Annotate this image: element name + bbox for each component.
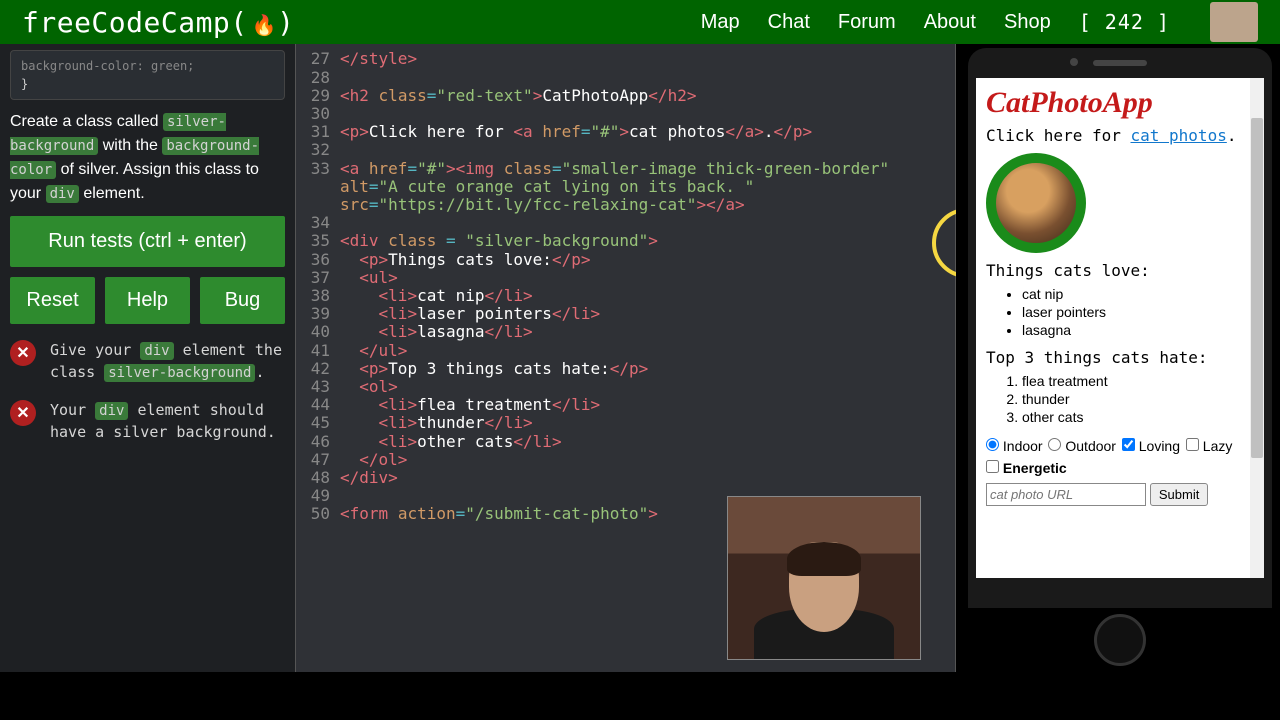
hate-heading: Top 3 things cats hate: [986, 348, 1254, 367]
chip-div: div [46, 185, 79, 203]
preview-title: CatPhotoApp [986, 86, 1254, 120]
nav-points[interactable]: [ 242 ] [1079, 10, 1170, 34]
phone-camera [1070, 58, 1078, 66]
brand-logo[interactable]: freeCodeCamp(🔥) [22, 6, 294, 39]
brand-text-close: ) [277, 6, 294, 39]
test-text: Give your div element the class silver-b… [50, 340, 285, 384]
list-item: cat nip [1022, 286, 1254, 302]
example-code-box: background-color: green; } [10, 50, 285, 100]
challenge-instructions: Create a class called silver-background … [10, 110, 285, 206]
home-button-icon [1094, 614, 1146, 666]
submit-row: Submit [986, 483, 1254, 506]
url-input[interactable] [986, 483, 1146, 506]
preview-panel: CatPhotoApp Click here for cat photos. T… [956, 44, 1280, 672]
fail-icon: ✕ [10, 400, 36, 426]
list-item: flea treatment [1022, 373, 1254, 389]
nav-shop[interactable]: Shop [1004, 11, 1051, 34]
reset-button[interactable]: Reset [10, 277, 95, 324]
list-item: thunder [1022, 391, 1254, 407]
cat-photos-link[interactable]: cat photos [1131, 126, 1227, 145]
example-line-1: background-color: green; [21, 57, 274, 75]
phone-bottom [968, 608, 1272, 672]
chip-div: div [140, 342, 173, 360]
test-text: Your div element should have a silver ba… [50, 400, 285, 443]
instr-text: Create a class called [10, 113, 163, 130]
radio-row: Indoor Outdoor Loving Lazy [986, 435, 1254, 457]
love-list: cat nip laser pointers lasagna [986, 286, 1254, 338]
nav-about[interactable]: About [924, 11, 976, 34]
instr-text: with the [98, 137, 162, 154]
nav-map[interactable]: Map [701, 11, 740, 34]
checkbox-lazy[interactable]: Lazy [1186, 438, 1232, 454]
radio-outdoor[interactable]: Outdoor [1048, 438, 1115, 454]
phone-screen: CatPhotoApp Click here for cat photos. T… [976, 78, 1264, 578]
checkbox-energetic[interactable]: Energetic [986, 460, 1067, 476]
love-heading: Things cats love: [986, 261, 1254, 280]
preview-scrollbar[interactable] [1250, 78, 1264, 578]
run-tests-button[interactable]: Run tests (ctrl + enter) [10, 216, 285, 267]
brand-text: freeCodeCamp( [22, 6, 248, 39]
top-nav: freeCodeCamp(🔥) Map Chat Forum About Sho… [0, 0, 1280, 44]
hate-list: flea treatment thunder other cats [986, 373, 1254, 425]
nav-links: Map Chat Forum About Shop [ 242 ] [701, 2, 1258, 42]
instr-text: element. [79, 185, 145, 202]
nav-forum[interactable]: Forum [838, 11, 896, 34]
chip-silver-background: silver-background [104, 364, 255, 382]
nav-chat[interactable]: Chat [768, 11, 810, 34]
list-item: lasagna [1022, 322, 1254, 338]
radio-indoor[interactable]: Indoor [986, 438, 1043, 454]
test-item: ✕ Give your div element the class silver… [10, 340, 285, 384]
fail-icon: ✕ [10, 340, 36, 366]
webcam-overlay [727, 496, 921, 660]
checkbox-loving[interactable]: Loving [1122, 438, 1180, 454]
phone-frame: CatPhotoApp Click here for cat photos. T… [968, 48, 1272, 608]
preview-click-text: Click here for cat photos. [986, 126, 1254, 145]
cat-image[interactable] [986, 153, 1086, 253]
bug-button[interactable]: Bug [200, 277, 285, 324]
phone-speaker [1093, 60, 1147, 66]
test-item: ✕ Your div element should have a silver … [10, 400, 285, 443]
left-panel: background-color: green; } Create a clas… [0, 44, 295, 672]
test-results: ✕ Give your div element the class silver… [10, 340, 285, 443]
example-line-2: } [21, 75, 274, 93]
list-item: laser pointers [1022, 304, 1254, 320]
bottom-bar [0, 672, 1280, 720]
list-item: other cats [1022, 409, 1254, 425]
flame-icon: 🔥 [252, 13, 277, 37]
checkbox-row2: Energetic [986, 457, 1254, 479]
avatar[interactable] [1210, 2, 1258, 42]
help-button[interactable]: Help [105, 277, 190, 324]
chip-div: div [95, 402, 128, 420]
submit-button[interactable]: Submit [1150, 483, 1208, 506]
